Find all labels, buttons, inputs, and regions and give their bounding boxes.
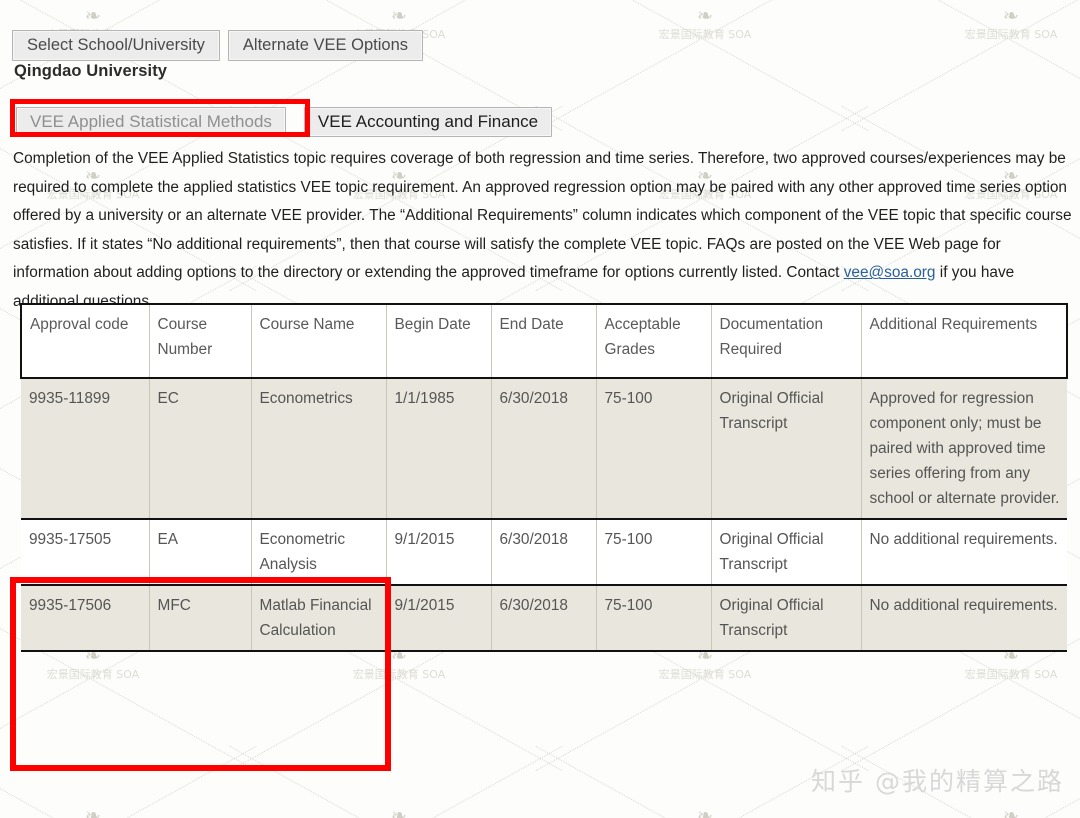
cell-documentation-required: Original Official Transcript xyxy=(710,378,862,519)
leaf-icon: ❧ xyxy=(391,5,407,27)
course-table: Approval code Course Number Course Name Beg… xyxy=(20,303,1068,652)
leaf-icon: ❧ xyxy=(391,805,407,818)
cell-end-date: 6/30/2018 xyxy=(490,518,597,585)
watermark-tile: ❧宏景国际教育 SOA xyxy=(246,760,552,818)
column-header-2: Course Name xyxy=(250,303,387,379)
cell-course-number: EA xyxy=(148,518,252,585)
school-name-heading: Qingdao University xyxy=(14,62,168,80)
column-header-5: Acceptable Grades xyxy=(595,303,712,379)
watermark-tile: ❧宏景国际教育 SOA xyxy=(552,0,858,120)
table-header-row: Approval code Course Number Course Name Beg… xyxy=(20,303,1068,379)
watermark-text: 宏景国际教育 SOA xyxy=(964,668,1058,681)
column-header-1: Course Number xyxy=(148,303,252,379)
leaf-icon: ❧ xyxy=(697,805,713,818)
watermark-label: ❧宏景国际教育 SOA xyxy=(659,805,751,818)
watermark-diagonal-lines xyxy=(0,760,246,818)
table-row[interactable]: 9935-17505 EA Econometric Analysis 9/1/2015… xyxy=(21,518,1067,585)
watermark-diagonal-lines xyxy=(552,0,858,120)
cell-end-date: 6/30/2018 xyxy=(490,584,597,652)
watermark-label: ❧宏景国际教育 SOA xyxy=(965,805,1057,818)
watermark-text: 宏景国际教育 SOA xyxy=(352,668,446,681)
column-header-0: Approval code xyxy=(20,303,150,379)
cell-course-name: Econometrics xyxy=(250,378,387,519)
cell-acceptable-grades: 75-100 xyxy=(595,378,712,519)
cell-course-name: Matlab Financial Calculation xyxy=(250,584,387,652)
cell-acceptable-grades: 75-100 xyxy=(595,518,712,585)
leaf-icon: ❧ xyxy=(85,805,101,818)
watermark-text: 宏景国际教育 SOA xyxy=(658,668,752,681)
watermark-label: ❧宏景国际教育 SOA xyxy=(658,5,752,42)
toolbar: Select School/University Alternate VEE O… xyxy=(12,30,424,61)
table-row[interactable]: 9935-17506 MFC Matlab Financial Calculatio… xyxy=(21,584,1067,652)
cell-begin-date: 9/1/2015 xyxy=(385,584,492,652)
intro-text-before-link: Completion of the VEE Applied Statistics… xyxy=(13,150,1072,282)
watermark-diagonal-lines xyxy=(858,0,1080,120)
tab-vee-accounting-and-finance[interactable]: VEE Accounting and Finance xyxy=(303,107,553,137)
cell-begin-date: 1/1/1985 xyxy=(385,378,492,519)
course-table-body: 9935-11899 EC Econometrics 1/1/1985 6/30/201… xyxy=(21,378,1067,652)
select-school-university-button[interactable]: Select School/University xyxy=(12,30,220,61)
cell-additional-requirements: No additional requirements. xyxy=(860,518,1067,585)
column-header-4: End Date xyxy=(490,303,597,379)
watermark-label: ❧宏景国际教育 SOA xyxy=(964,5,1058,42)
leaf-icon: ❧ xyxy=(1003,805,1019,818)
cell-documentation-required: Original Official Transcript xyxy=(710,584,862,652)
course-table-header: Approval code Course Number Course Name Beg… xyxy=(20,303,1068,379)
column-header-6: Documentation Required xyxy=(710,303,862,379)
course-table-container: Approval code Course Number Course Name Beg… xyxy=(20,303,1068,652)
leaf-icon: ❧ xyxy=(85,5,101,27)
column-header-7: Additional Requirements xyxy=(860,303,1068,379)
watermark-label: ❧宏景国际教育 SOA xyxy=(46,647,140,682)
watermark-label: ❧宏景国际教育 SOA xyxy=(47,805,139,818)
watermark-text: 宏景国际教育 SOA xyxy=(964,28,1058,41)
cell-course-name: Econometric Analysis xyxy=(250,518,387,585)
cell-documentation-required: Original Official Transcript xyxy=(710,518,862,585)
watermark-diagonal-lines xyxy=(246,760,552,818)
cell-approval-code: 9935-11899 xyxy=(21,378,150,519)
watermark-label: ❧宏景国际教育 SOA xyxy=(352,647,446,682)
watermark-text: 宏景国际教育 SOA xyxy=(658,28,752,41)
topic-tab-group: VEE Applied Statistical Methods VEE Acco… xyxy=(16,107,553,137)
cell-course-number: MFC xyxy=(148,584,252,652)
leaf-icon: ❧ xyxy=(1003,5,1019,27)
cell-additional-requirements: Approved for regression component only; … xyxy=(860,378,1067,519)
watermark-tile: ❧宏景国际教育 SOA xyxy=(858,0,1080,120)
zhihu-watermark: 知乎 @我的精算之路 xyxy=(811,767,1064,796)
tab-vee-applied-statistical-methods[interactable]: VEE Applied Statistical Methods xyxy=(16,107,286,137)
alternate-vee-options-button[interactable]: Alternate VEE Options xyxy=(227,30,424,61)
column-header-3: Begin Date xyxy=(385,303,492,379)
cell-approval-code: 9935-17505 xyxy=(21,518,150,585)
cell-course-number: EC xyxy=(148,378,252,519)
leaf-icon: ❧ xyxy=(697,5,713,27)
cell-end-date: 6/30/2018 xyxy=(490,378,597,519)
cell-begin-date: 9/1/2015 xyxy=(385,518,492,585)
watermark-text: 宏景国际教育 SOA xyxy=(46,668,140,681)
cell-additional-requirements: No additional requirements. xyxy=(860,584,1067,652)
table-row[interactable]: 9935-11899 EC Econometrics 1/1/1985 6/30/201… xyxy=(21,378,1067,519)
watermark-label: ❧宏景国际教育 SOA xyxy=(964,647,1058,682)
cell-approval-code: 9935-17506 xyxy=(21,584,150,652)
watermark-tile: ❧宏景国际教育 SOA xyxy=(0,760,246,818)
watermark-label: ❧宏景国际教育 SOA xyxy=(353,805,445,818)
intro-paragraph: Completion of the VEE Applied Statistics… xyxy=(13,145,1075,316)
watermark-label: ❧宏景国际教育 SOA xyxy=(658,647,752,682)
cell-acceptable-grades: 75-100 xyxy=(595,584,712,652)
vee-email-link[interactable]: vee@soa.org xyxy=(844,264,936,281)
